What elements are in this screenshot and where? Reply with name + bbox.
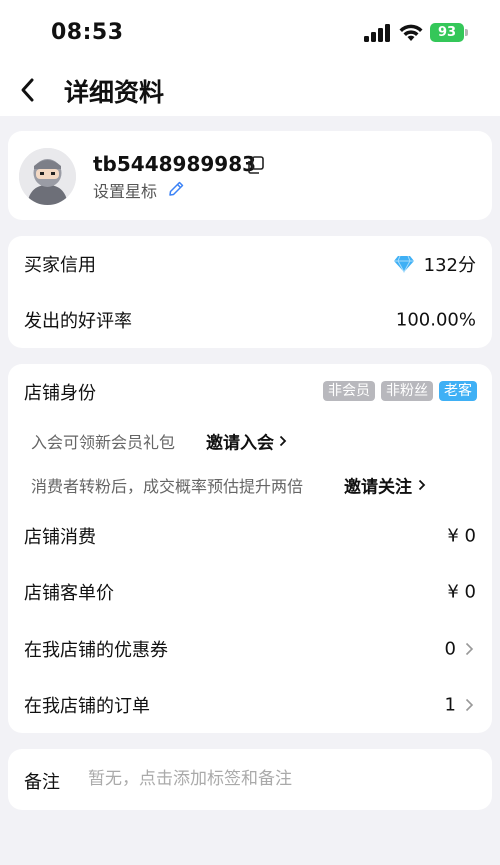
avg-order-label: 店铺客单价 [24, 583, 114, 604]
wifi-icon [399, 24, 423, 41]
buyer-credit-value: 132分 [423, 255, 476, 276]
coupons-label: 在我店铺的优惠券 [24, 640, 168, 661]
username: tb5448989983 [93, 152, 257, 176]
battery-cap [465, 29, 468, 36]
invite-follow-button[interactable]: 邀请关注 [344, 473, 412, 498]
chevron-right-icon [465, 698, 474, 712]
avatar-image [19, 148, 76, 205]
diamond-icon [394, 255, 414, 273]
chevron-right-icon [418, 479, 426, 491]
membership-desc: 入会可领新会员礼包 [31, 433, 176, 452]
store-spend-value: ¥ 0 [447, 525, 476, 547]
status-time: 08:53 [51, 20, 124, 45]
orders-value: 1 [444, 694, 456, 716]
edit-icon[interactable] [168, 180, 185, 197]
store-card: 店铺身份 非会员 非粉丝 老客 入会可领新会员礼包 邀请入会 消费者转粉后，成交… [8, 364, 492, 733]
tag-non-member: 非会员 [323, 381, 375, 401]
status-bar: 08:53 93 [0, 0, 500, 64]
page-title: 详细资料 [64, 78, 165, 107]
coupons-row[interactable]: 在我店铺的优惠券 0 [8, 621, 492, 677]
chevron-right-icon [279, 435, 287, 447]
positive-rate-value: 100.00% [395, 309, 476, 331]
credit-card: 买家信用 132分 发出的好评率 100.00% [8, 236, 492, 348]
chevron-right-icon [465, 642, 474, 656]
battery-level: 93 [437, 25, 457, 40]
orders-label: 在我店铺的订单 [24, 696, 150, 717]
profile-card: tb5448989983 设置星标 [8, 131, 492, 220]
note-card: 备注 [8, 749, 492, 810]
store-spend-label: 店铺消费 [24, 527, 96, 548]
note-label: 备注 [24, 772, 60, 793]
membership-invite-line: 入会可领新会员礼包 邀请入会 [8, 425, 492, 457]
nav-bar: 详细资料 [0, 64, 500, 116]
coupons-value: 0 [444, 638, 456, 660]
positive-rate-row: 发出的好评率 100.00% [8, 292, 492, 348]
identity-tags: 非会员 非粉丝 老客 [323, 381, 477, 401]
buyer-credit-label: 买家信用 [24, 255, 96, 276]
store-identity-row: 店铺身份 非会员 非粉丝 老客 [8, 364, 492, 420]
avatar[interactable] [19, 148, 76, 205]
follow-desc: 消费者转粉后，成交概率预估提升两倍 [31, 477, 304, 496]
buyer-credit-row: 买家信用 132分 [8, 236, 492, 292]
battery-icon: 93 [430, 23, 464, 42]
avg-order-row: 店铺客单价 ¥ 0 [8, 564, 492, 620]
tag-non-fan: 非粉丝 [381, 381, 433, 401]
signal-icon [364, 24, 390, 42]
note-input[interactable] [88, 763, 468, 795]
tag-returning-customer: 老客 [439, 381, 477, 401]
chevron-left-icon[interactable] [18, 77, 38, 103]
orders-row[interactable]: 在我店铺的订单 1 [8, 677, 492, 733]
avg-order-value: ¥ 0 [447, 581, 476, 603]
positive-rate-label: 发出的好评率 [24, 311, 132, 332]
copy-icon[interactable] [248, 156, 264, 174]
store-spend-row: 店铺消费 ¥ 0 [8, 508, 492, 564]
store-identity-label: 店铺身份 [24, 383, 96, 404]
set-star-label[interactable]: 设置星标 [93, 178, 157, 202]
invite-membership-button[interactable]: 邀请入会 [206, 429, 274, 454]
follow-invite-line: 消费者转粉后，成交概率预估提升两倍 邀请关注 [8, 469, 492, 501]
